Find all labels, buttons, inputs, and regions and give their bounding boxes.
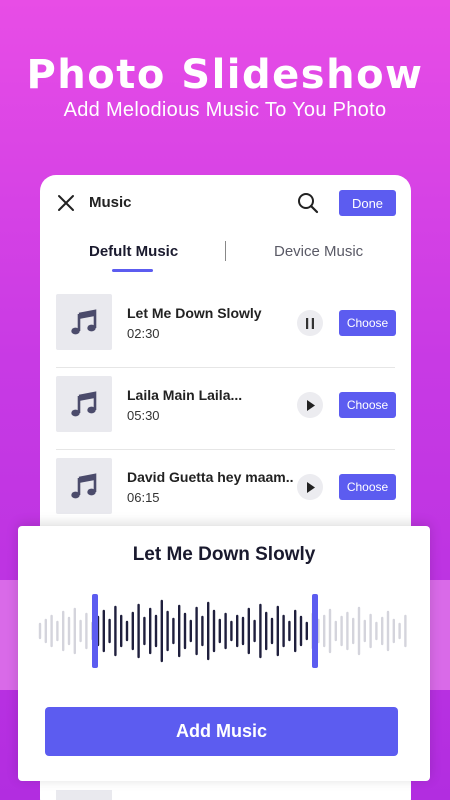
- song-name: Laila Main Laila...: [127, 387, 243, 403]
- song-duration: 06:15: [127, 490, 160, 505]
- song-thumbnail: [56, 294, 112, 350]
- play-icon: [307, 399, 315, 411]
- song-row[interactable]: Laila Main Laila... 05:30 Choose: [40, 367, 411, 449]
- choose-button[interactable]: Choose: [339, 310, 396, 336]
- done-button[interactable]: Done: [339, 190, 396, 216]
- music-tabs: Defult Music Device Music: [40, 235, 411, 273]
- music-title: Music: [89, 194, 132, 211]
- tab-default-music[interactable]: Defult Music: [89, 243, 178, 260]
- audio-waveform-trimmer[interactable]: [18, 590, 430, 672]
- trim-end-handle[interactable]: [312, 594, 318, 668]
- song-thumbnail: [56, 458, 112, 514]
- music-note-icon: [71, 309, 97, 335]
- song-thumbnail: [56, 376, 112, 432]
- active-tab-indicator: [112, 269, 153, 272]
- hero-subtitle: Add Melodious Music To You Photo: [63, 99, 387, 121]
- song-list: Let Me Down Slowly 02:30 Choose Laila Ma…: [40, 285, 411, 531]
- pause-icon: [306, 317, 314, 329]
- music-note-icon: [71, 391, 97, 417]
- music-player-panel: Let Me Down Slowly Add Music: [18, 526, 430, 781]
- music-note-icon: [71, 473, 97, 499]
- music-topbar: Music Done: [40, 175, 411, 231]
- next-song-thumbnail-peek: [56, 790, 112, 800]
- close-icon[interactable]: [56, 193, 76, 213]
- choose-button[interactable]: Choose: [339, 392, 396, 418]
- choose-button[interactable]: Choose: [339, 474, 396, 500]
- add-music-button[interactable]: Add Music: [45, 707, 398, 756]
- tab-device-music[interactable]: Device Music: [274, 243, 363, 260]
- play-icon: [307, 481, 315, 493]
- song-duration: 05:30: [127, 408, 160, 423]
- play-button[interactable]: [297, 392, 323, 418]
- pause-button[interactable]: [297, 310, 323, 336]
- player-song-title: Let Me Down Slowly: [132, 544, 316, 565]
- tab-divider: [225, 241, 226, 261]
- play-button[interactable]: [297, 474, 323, 500]
- song-row[interactable]: Let Me Down Slowly 02:30 Choose: [40, 285, 411, 367]
- hero-title: Photo Slideshow: [26, 52, 424, 98]
- song-name: David Guetta hey maam..: [127, 469, 294, 485]
- trim-start-handle[interactable]: [92, 594, 98, 668]
- song-duration: 02:30: [127, 326, 160, 341]
- song-row[interactable]: David Guetta hey maam.. 06:15 Choose: [40, 449, 411, 531]
- song-name: Let Me Down Slowly: [127, 305, 262, 321]
- search-icon[interactable]: [296, 191, 320, 215]
